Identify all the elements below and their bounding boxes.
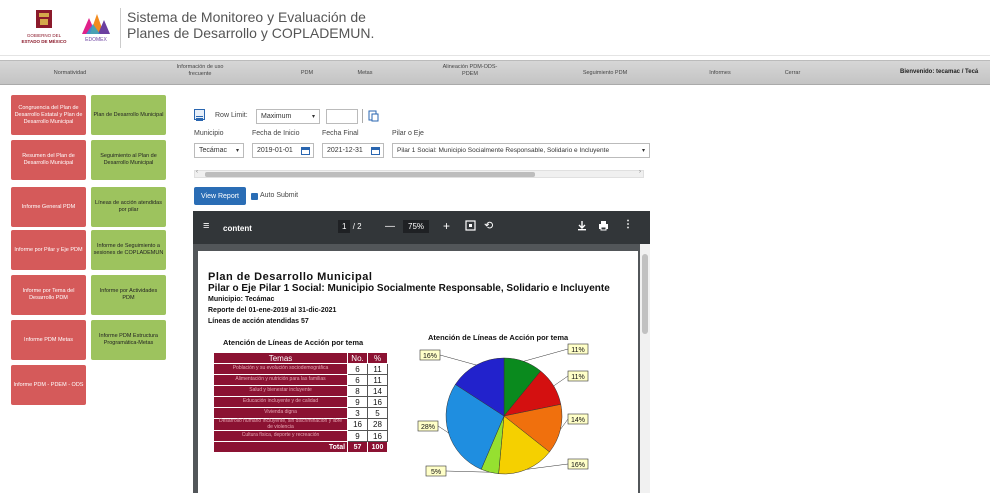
pie-leader-line: [445, 470, 490, 473]
main-nav: Normatividad Información de uso frecuent…: [0, 60, 990, 85]
gobierno-logo[interactable]: GOBIERNO DEL ESTADO DE MÉXICO: [18, 8, 70, 48]
municipio-select[interactable]: Tecámac ▾: [194, 143, 244, 158]
tile-informe-pdm-pdem-ods[interactable]: Informe PDM - PDEM - ODS: [11, 365, 86, 405]
pdf-document-title: content: [223, 224, 252, 233]
pdf-zoom: 75%: [403, 220, 430, 233]
svg-text:EDOMEX: EDOMEX: [85, 37, 107, 43]
tile-lineas-accion[interactable]: Líneas de acción atendidas por pilar: [91, 187, 166, 227]
scroll-left-icon[interactable]: ‹: [196, 169, 198, 175]
edomex-logo[interactable]: EDOMEX: [76, 8, 116, 48]
pie-leader-line: [523, 348, 569, 362]
pdf-vertical-scrollbar[interactable]: [640, 244, 650, 493]
tile-congruencia[interactable]: Congruencia del Plan de Desarrollo Estat…: [11, 95, 86, 135]
nav-normatividad[interactable]: Normatividad: [45, 70, 95, 77]
fit-page-icon[interactable]: [465, 220, 476, 234]
row-limit-select[interactable]: Maximum ▾: [256, 109, 320, 124]
pie-label: 11%: [571, 374, 585, 381]
params-scrollbar[interactable]: ‹ ›: [194, 169, 644, 178]
pdf-zoom-input[interactable]: 75%: [403, 220, 430, 233]
tile-informe-metas[interactable]: Informe PDM Metas: [11, 320, 86, 360]
rotate-icon[interactable]: ⟲: [484, 219, 493, 232]
pie-label: 14%: [571, 417, 585, 424]
scroll-right-icon[interactable]: ›: [639, 169, 641, 175]
pilar-eje-label: Pilar o Eje: [392, 130, 424, 137]
pie-leader-line: [439, 354, 477, 366]
tile-informe-actividades[interactable]: Informe por Actividades PDM: [91, 275, 166, 315]
pie-label: 28%: [421, 424, 435, 431]
view-report-button[interactable]: View Report: [194, 187, 246, 205]
pie-label: 5%: [431, 469, 441, 476]
pie-label: 11%: [571, 347, 585, 354]
fecha-inicio-value: 2019-01-01: [257, 147, 293, 154]
fecha-final-value: 2021-12-31: [327, 147, 363, 154]
app-title: Sistema de Monitoreo y Evaluación de Pla…: [127, 9, 375, 41]
svg-text:ESTADO DE MÉXICO: ESTADO DE MÉXICO: [22, 37, 67, 44]
pie-leader-line: [553, 375, 569, 387]
export-icon[interactable]: [368, 109, 379, 122]
tile-seguimiento-sesiones[interactable]: Informe de Seguimiento a sesiones de COP…: [91, 230, 166, 270]
row-limit-value: Maximum: [261, 113, 292, 120]
tile-informe-estructura[interactable]: Informe PDM Estructura Programática-Meta…: [91, 320, 166, 360]
nav-metas[interactable]: Metas: [350, 70, 380, 77]
svg-text:GOBIERNO DEL: GOBIERNO DEL: [27, 33, 62, 38]
tile-informe-tema[interactable]: Informe por Tema del Desarrollo PDM: [11, 275, 86, 315]
nav-informes[interactable]: Informes: [700, 70, 740, 77]
tile-resumen-plan[interactable]: Resumen del Plan de Desarrollo Municipal: [11, 140, 86, 180]
scrollbar-thumb[interactable]: [205, 172, 535, 177]
app-header: GOBIERNO DEL ESTADO DE MÉXICO EDOMEX Sis…: [0, 0, 990, 56]
auto-submit-label: Auto Submit: [260, 192, 299, 199]
chevron-down-icon: ▾: [311, 114, 315, 120]
search-text-input[interactable]: [326, 109, 358, 124]
fecha-inicio-label: Fecha de Inicio: [252, 130, 300, 137]
pdf-page-input[interactable]: 1: [338, 220, 351, 233]
pie-chart: 11% 11% 14% 16% 5% 28% 16%: [417, 343, 589, 477]
print-icon[interactable]: [598, 220, 609, 234]
calendar-icon[interactable]: [301, 147, 310, 155]
pilar-eje-select[interactable]: Pilar 1 Social: Municipio Socialmente Re…: [392, 143, 650, 158]
municipio-value: Tecámac: [199, 147, 228, 154]
header-divider: [120, 8, 121, 48]
more-options-icon[interactable]: ⋮: [623, 219, 633, 230]
fecha-final-input[interactable]: 2021-12-31: [322, 143, 384, 158]
scrollbar-thumb[interactable]: [642, 254, 648, 334]
welcome-text: Bienvenido: tecamac / Tecá: [900, 69, 979, 75]
nav-seguimiento-pdm[interactable]: Seguimiento PDM: [570, 70, 640, 77]
tile-plan-desarrollo[interactable]: Plan de Desarrollo Municipal: [91, 95, 166, 135]
fecha-final-label: Fecha Final: [322, 130, 359, 137]
municipio-label: Municipio: [194, 130, 224, 137]
tile-seguimiento-plan[interactable]: Seguimiento al Plan de Desarrollo Munici…: [91, 140, 166, 180]
chevron-down-icon: ▾: [235, 148, 239, 154]
pilar-eje-value: Pilar 1 Social: Municipio Socialmente Re…: [397, 147, 610, 154]
chevron-down-icon: ▾: [641, 147, 645, 155]
tile-informe-pilar-eje[interactable]: Informe por Pilar y Eje PDM: [11, 230, 86, 270]
pdf-viewer: ≡ content 1 / 2 — 75% + ⟲ ⋮ Plan de Desa…: [193, 211, 650, 493]
nav-informacion-uso-frecuente[interactable]: Información de uso frecuente: [170, 64, 230, 78]
calendar-icon[interactable]: [371, 147, 380, 155]
fecha-inicio-input[interactable]: 2019-01-01: [252, 143, 314, 158]
pdf-toolbar: ≡ content 1 / 2 — 75% + ⟲ ⋮: [193, 211, 650, 244]
zoom-out-icon[interactable]: —: [385, 221, 395, 232]
nav-pdm[interactable]: PDM: [292, 70, 322, 77]
download-icon[interactable]: [577, 220, 587, 234]
pdf-page-indicator: 1 / 2: [338, 220, 362, 233]
nav-alineacion[interactable]: Alineación PDM-ODS-PDEM: [440, 64, 500, 78]
tile-informe-general[interactable]: Informe General PDM: [11, 187, 86, 227]
toolbar-divider: [362, 109, 363, 123]
row-limit-label: Row Limit:: [215, 112, 248, 119]
pdf-page-total: / 2: [352, 222, 362, 231]
zoom-in-icon[interactable]: +: [443, 219, 450, 233]
auto-submit-checkbox[interactable]: [251, 193, 258, 206]
pie-label: 16%: [571, 462, 585, 469]
menu-list-icon[interactable]: [194, 109, 205, 121]
pie-label: 16%: [423, 353, 437, 360]
nav-cerrar[interactable]: Cerrar: [775, 70, 810, 77]
hamburger-menu-icon[interactable]: ≡: [203, 220, 209, 232]
pdf-page: Plan de Desarrollo Municipal Pilar o Eje…: [198, 251, 638, 493]
